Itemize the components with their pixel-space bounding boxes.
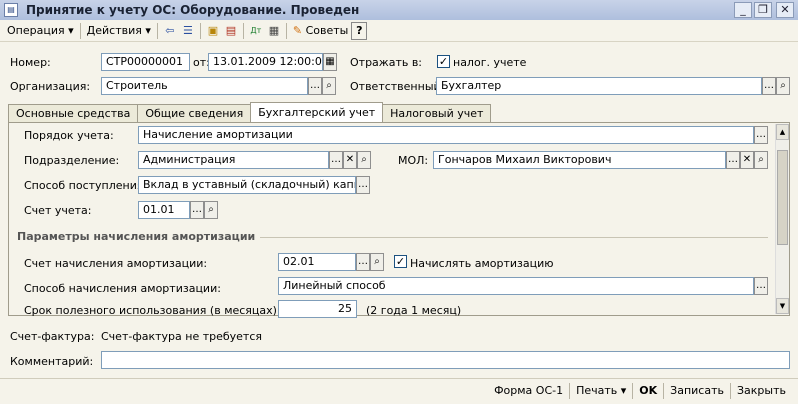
panel-scrollbar[interactable]: ▲ ▼ <box>775 124 789 314</box>
tax-accounting-checkbox[interactable]: ✓ <box>437 55 450 68</box>
useful-life-label: Срок полезного использования (в месяцах)… <box>24 304 281 317</box>
minimize-button[interactable]: _ <box>734 2 752 18</box>
form-os1-button[interactable]: Форма ОС-1 <box>488 384 569 397</box>
title-bar: ▤ Принятие к учету ОС: Оборудование. Про… <box>0 0 798 20</box>
department-field[interactable]: Администрация <box>138 151 329 169</box>
search-icon[interactable]: ⌕ <box>204 201 218 219</box>
close-button[interactable]: Закрыть <box>731 384 792 397</box>
account-select-button[interactable]: … <box>190 201 204 219</box>
responsible-label: Ответственный: <box>350 80 445 93</box>
accounting-order-label: Порядок учета: <box>24 129 114 142</box>
report-icon[interactable]: ▦ <box>265 22 283 40</box>
toolbar-separator <box>199 22 201 39</box>
print-button[interactable]: Печать ▾ <box>570 384 632 397</box>
receipt-method-field[interactable]: Вклад в уставный (складочный) капитал <box>138 176 356 194</box>
account-label: Счет учета: <box>24 204 92 217</box>
department-label: Подразделение: <box>24 154 120 167</box>
actions-menu[interactable]: Действия ▾ <box>84 22 154 40</box>
operation-label: Операция <box>7 24 65 37</box>
toolbar: Операция ▾ Действия ▾ ⇦ ☰ ▣ ▤ Дт ▦ ✎ Сов… <box>0 20 798 42</box>
dt-kt-icon[interactable]: Дт <box>247 22 265 40</box>
amortization-account-select-button[interactable]: … <box>356 253 370 271</box>
actions-label: Действия <box>86 24 142 37</box>
help-label: ? <box>356 24 363 37</box>
clear-icon[interactable]: ✕ <box>343 151 357 169</box>
window-title: Принятие к учету ОС: Оборудование. Прове… <box>26 3 360 17</box>
comment-label: Комментарий: <box>10 355 94 368</box>
operation-menu[interactable]: Операция ▾ <box>4 22 77 40</box>
document-icon: ▤ <box>4 3 18 17</box>
accounting-order-field[interactable]: Начисление амортизации <box>138 126 754 144</box>
advice-icon: ✎ <box>292 24 303 37</box>
department-select-button[interactable]: … <box>329 151 343 169</box>
back-arrow-icon[interactable]: ⇦ <box>161 22 179 40</box>
organization-select-button[interactable]: … <box>308 77 322 95</box>
amortization-account-field[interactable]: 02.01 <box>278 253 356 271</box>
clear-icon[interactable]: ✕ <box>740 151 754 169</box>
print-label: Печать <box>576 384 618 397</box>
number-label: Номер: <box>10 56 51 69</box>
tab-strip: Основные средства Общие сведения Бухгалт… <box>8 102 492 123</box>
search-icon[interactable]: ⌕ <box>776 77 790 95</box>
calendar-icon[interactable]: ▦ <box>323 53 337 71</box>
search-icon[interactable]: ⌕ <box>370 253 384 271</box>
scroll-thumb[interactable] <box>777 150 788 245</box>
accrue-amortization-checkbox[interactable]: ✓ <box>394 255 407 268</box>
search-icon[interactable]: ⌕ <box>357 151 371 169</box>
amortization-method-select-button[interactable]: … <box>754 277 768 295</box>
comment-field[interactable] <box>101 351 790 369</box>
number-field[interactable]: СТР00000001 <box>101 53 190 71</box>
scroll-down-icon[interactable]: ▼ <box>776 298 789 314</box>
useful-life-field[interactable]: 25 <box>278 300 357 318</box>
document-window: ▤ Принятие к учету ОС: Оборудование. Про… <box>0 0 798 404</box>
reflect-label: Отражать в: <box>350 56 423 69</box>
save-button[interactable]: Записать <box>664 384 730 397</box>
account-field[interactable]: 01.01 <box>138 201 190 219</box>
unpost-document-icon[interactable]: ▤ <box>222 22 240 40</box>
organization-field[interactable]: Строитель <box>101 77 308 95</box>
responsible-field[interactable]: Бухгалтер <box>436 77 762 95</box>
receipt-method-label: Способ поступления: <box>24 179 148 192</box>
useful-life-text: (2 года 1 месяц) <box>366 304 462 317</box>
mol-select-button[interactable]: … <box>726 151 740 169</box>
toolbar-separator <box>285 22 287 39</box>
advice-label: Советы <box>305 24 349 37</box>
ok-button[interactable]: OK <box>633 384 663 397</box>
accounting-order-select-button[interactable]: … <box>754 126 768 144</box>
responsible-select-button[interactable]: … <box>762 77 776 95</box>
close-window-button[interactable]: ✕ <box>776 2 794 18</box>
document-list-icon[interactable]: ☰ <box>179 22 197 40</box>
bottom-action-bar: Форма ОС-1 Печать ▾ OK Записать Закрыть <box>0 378 798 402</box>
receipt-method-select-button[interactable]: … <box>356 176 370 194</box>
tab-fixed-assets[interactable]: Основные средства <box>8 104 139 123</box>
invoice-label: Счет-фактура: <box>10 330 95 343</box>
accrue-amortization-label: Начислять амортизацию <box>410 257 554 270</box>
section-divider <box>260 237 768 238</box>
tab-accounting[interactable]: Бухгалтерский учет <box>250 102 384 123</box>
tab-general-info[interactable]: Общие сведения <box>137 104 252 123</box>
amortization-method-field[interactable]: Линейный способ <box>278 277 754 295</box>
mol-label: МОЛ: <box>398 154 429 167</box>
post-document-icon[interactable]: ▣ <box>204 22 222 40</box>
amortization-method-label: Способ начисления амортизации: <box>24 282 221 295</box>
amortization-account-label: Счет начисления амортизации: <box>24 257 208 270</box>
toolbar-separator <box>242 22 244 39</box>
invoice-value: Счет-фактура не требуется <box>101 330 262 343</box>
toolbar-separator <box>156 22 158 39</box>
maximize-button[interactable]: ❐ <box>754 2 772 18</box>
tab-tax-accounting[interactable]: Налоговый учет <box>382 104 492 123</box>
amortization-section-header: Параметры начисления амортизации <box>17 230 256 243</box>
organization-label: Организация: <box>10 80 91 93</box>
scroll-up-icon[interactable]: ▲ <box>776 124 789 140</box>
date-field[interactable]: 13.01.2009 12:00:03 <box>208 53 323 71</box>
help-button[interactable]: ? <box>351 21 368 40</box>
search-icon[interactable]: ⌕ <box>322 77 336 95</box>
search-icon[interactable]: ⌕ <box>754 151 768 169</box>
mol-field[interactable]: Гончаров Михаил Викторович <box>433 151 726 169</box>
tax-accounting-label: налог. учете <box>453 56 527 69</box>
advice-button[interactable]: ✎ Советы <box>290 22 351 40</box>
toolbar-separator <box>79 22 81 39</box>
